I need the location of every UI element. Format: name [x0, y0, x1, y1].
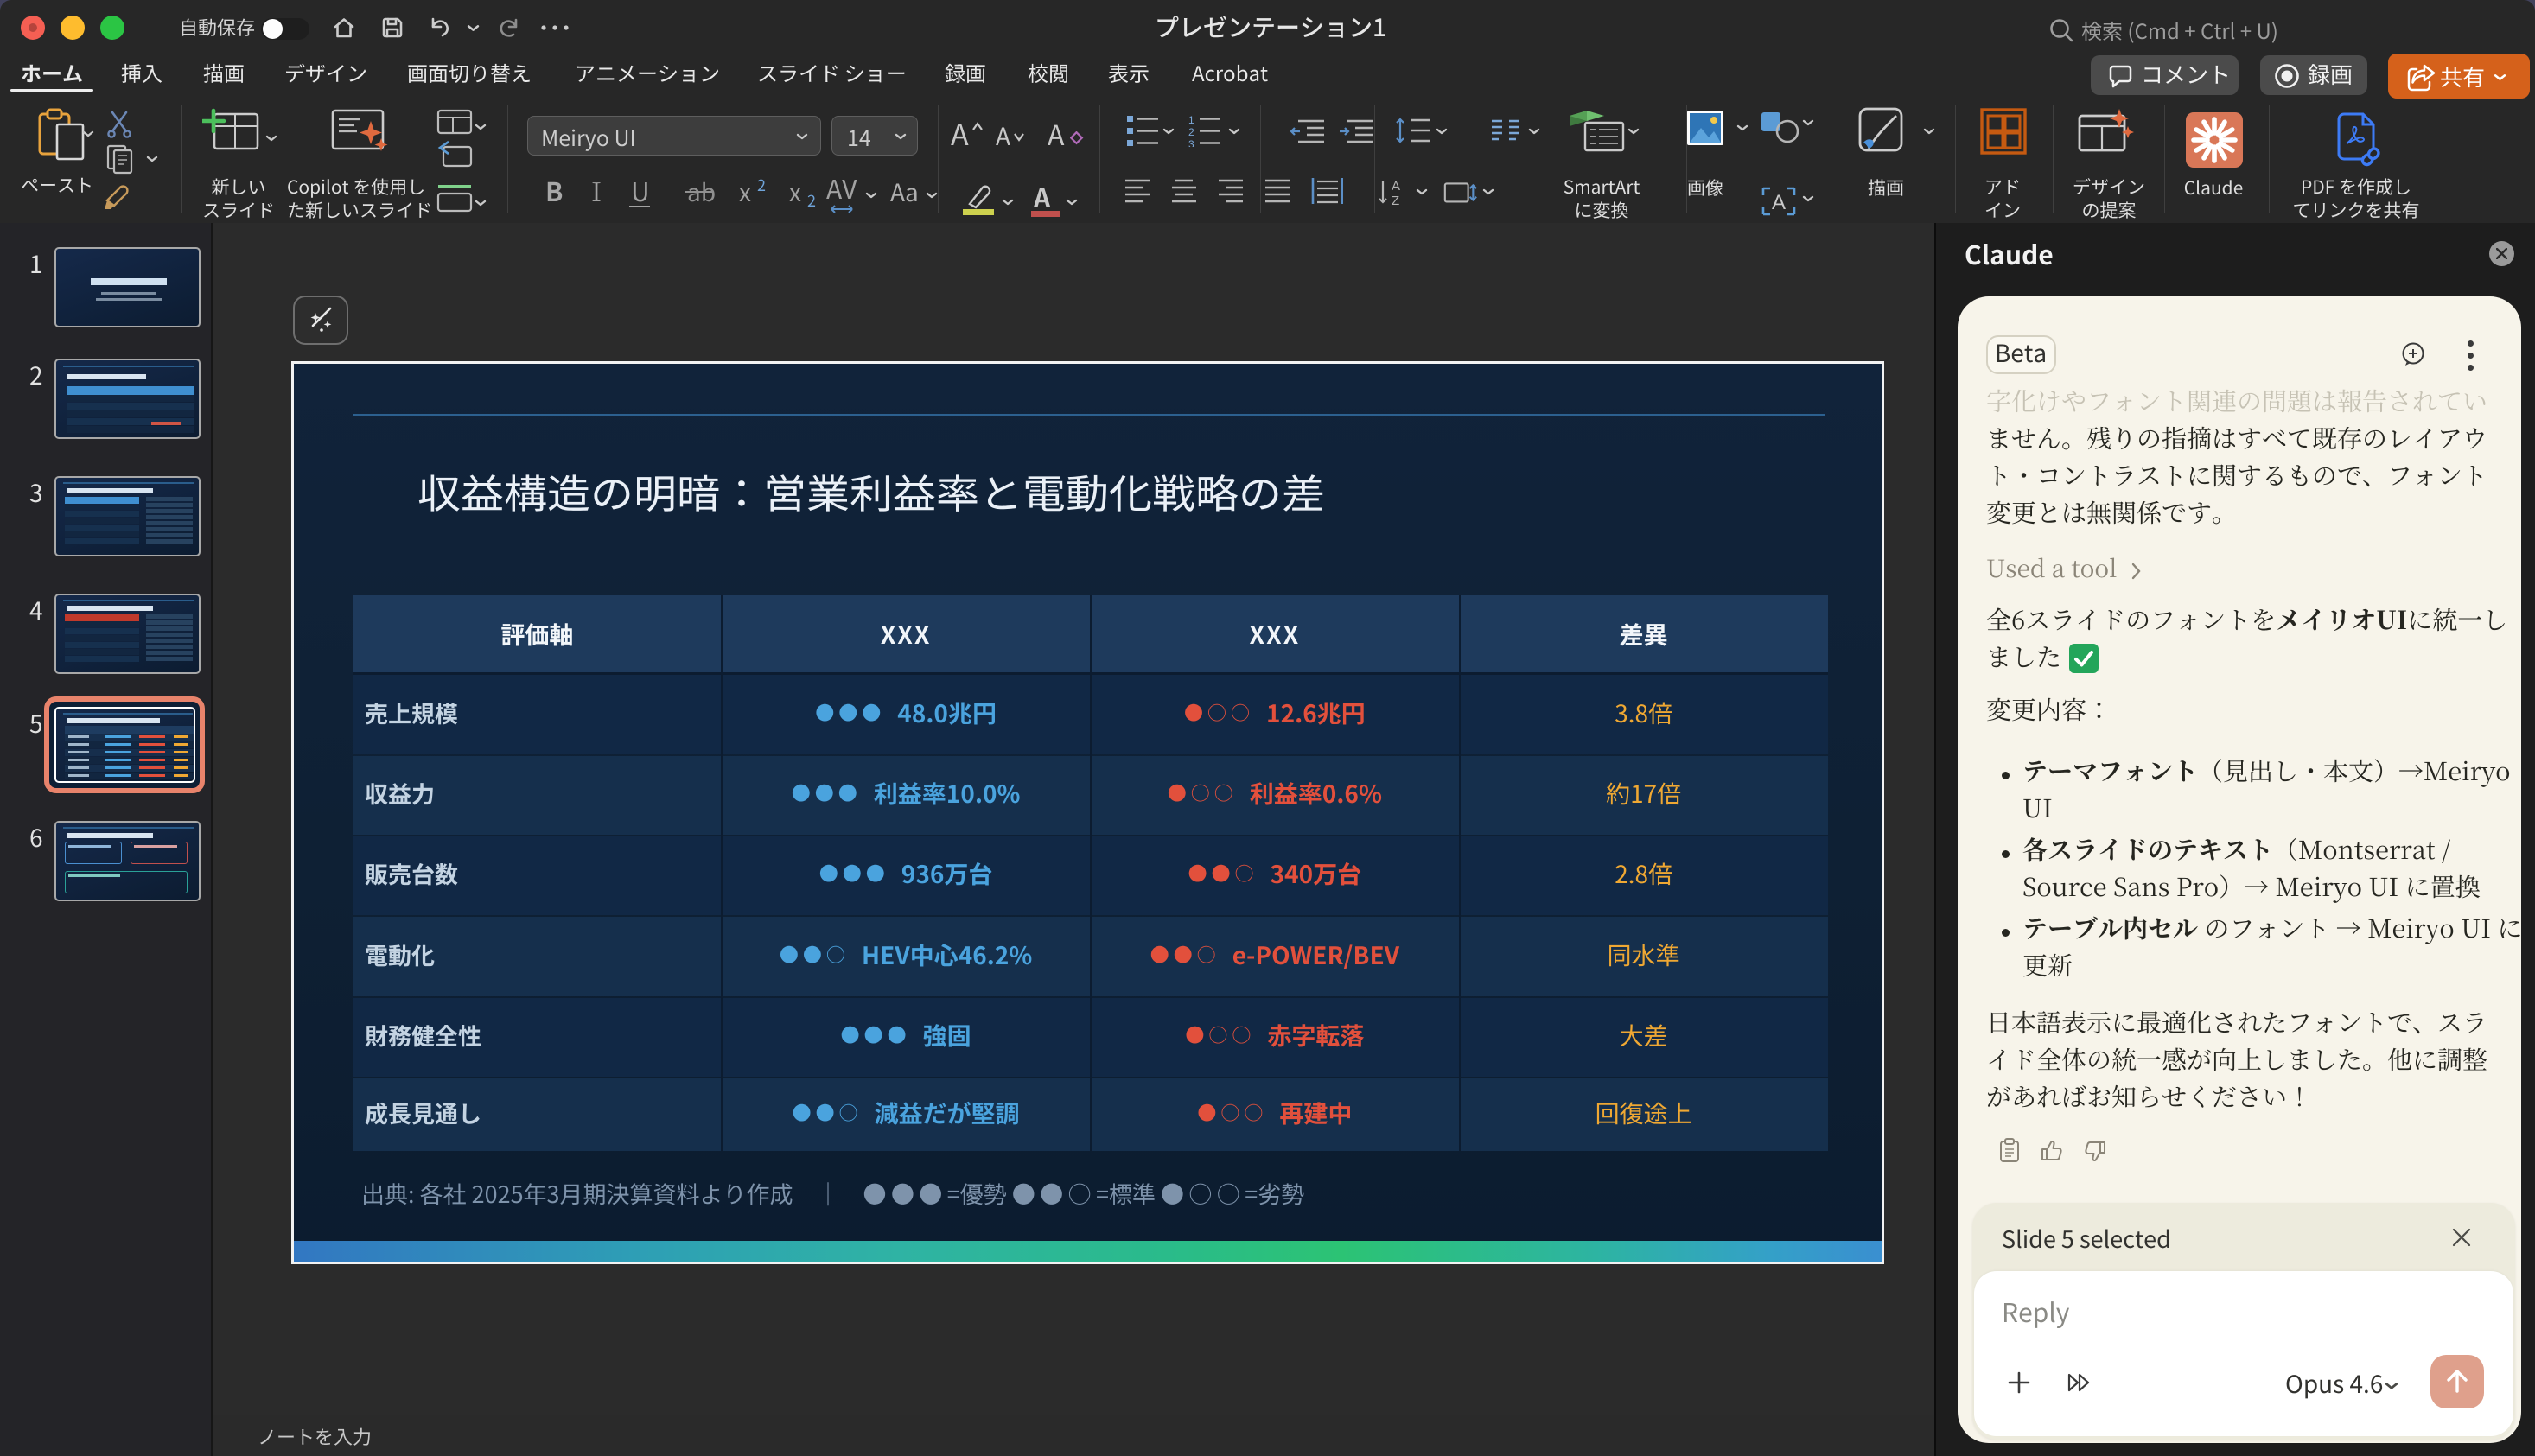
- svg-text:A: A: [1772, 191, 1786, 214]
- svg-text:Z: Z: [1392, 194, 1399, 206]
- svg-text:1: 1: [1188, 114, 1194, 126]
- svg-text:2: 2: [1188, 126, 1194, 138]
- svg-text:3: 3: [1188, 138, 1194, 147]
- svg-text:A: A: [1392, 179, 1400, 194]
